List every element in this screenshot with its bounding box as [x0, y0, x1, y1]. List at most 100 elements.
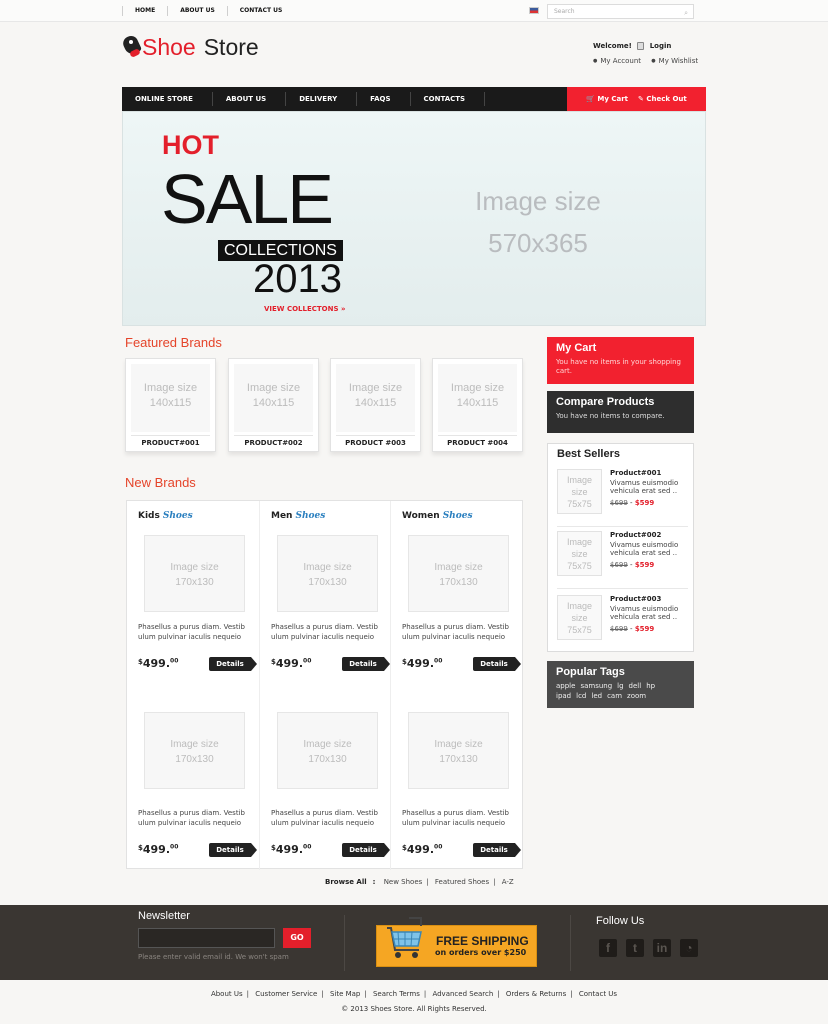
free-shipping-banner[interactable]: FREE SHIPPING on orders over $250 — [376, 917, 537, 967]
best-seller-item[interactable]: Image size 75x75 Product#003 Vivamus euism… — [557, 593, 688, 653]
browse-featured-shoes[interactable]: Featured Shoes — [435, 878, 489, 886]
price-dash: - — [627, 499, 635, 507]
description-line2: ulum pulvinar iaculis nequeio — [138, 819, 242, 827]
product-card: Image size 170x130 Phasellus a purus diam… — [391, 712, 523, 892]
product-image-placeholder[interactable]: Image size 170x130 — [144, 712, 245, 789]
product-image-placeholder[interactable]: Image size 170x130 — [144, 535, 245, 612]
product-description: Phasellus a purus diam. Vestib ulum pulvi… — [138, 808, 254, 828]
banner-placeholder-line2: 570x365 — [488, 228, 588, 258]
new-brands-title: New Brands — [125, 475, 196, 490]
my-account-link[interactable]: My Account — [593, 57, 641, 65]
top-link-about[interactable]: ABOUT US — [167, 6, 227, 16]
featured-product[interactable]: Image size 140x115 PRODUCT#001 — [125, 358, 216, 452]
flag-icon[interactable] — [529, 7, 539, 14]
my-cart-link[interactable]: 🛒 My Cart — [586, 95, 628, 103]
details-button[interactable]: Details — [473, 843, 521, 857]
browse-label: Browse All — [325, 878, 367, 886]
search-input[interactable]: Search ⌕ — [547, 4, 694, 19]
product-name[interactable]: PRODUCT#002 — [234, 435, 313, 447]
product-image-placeholder[interactable]: Image size 170x130 — [408, 712, 509, 789]
product-price: $499.00 — [402, 657, 442, 670]
check-out-link[interactable]: ✎ Check Out — [638, 95, 687, 103]
details-button[interactable]: Details — [473, 657, 521, 671]
tag-link[interactable]: ipad — [556, 692, 571, 700]
product-name[interactable]: PRODUCT#001 — [131, 435, 210, 447]
hero-banner[interactable]: HOT SALE COLLECTIONS 2013 VIEW COLLECTON… — [122, 111, 706, 326]
my-wishlist-link[interactable]: My Wishlist — [651, 57, 698, 65]
check-out-label: Check Out — [646, 95, 687, 103]
facebook-icon[interactable]: f — [599, 939, 617, 957]
rss-icon[interactable]: ◔ — [680, 939, 698, 957]
tag-link[interactable]: dell — [629, 682, 642, 690]
compare-text: You have no items to compare. — [556, 412, 665, 420]
browse-new-shoes[interactable]: New Shoes — [384, 878, 423, 886]
product-image-placeholder[interactable]: Image size 170x130 — [277, 535, 378, 612]
newsletter-note: Please enter valid email id. We won't sp… — [138, 953, 289, 961]
details-button[interactable]: Details — [342, 843, 390, 857]
top-link-home[interactable]: HOME — [122, 6, 167, 16]
top-links: HOME ABOUT US CONTACT US — [122, 6, 294, 16]
tag-link[interactable]: lg — [617, 682, 623, 690]
column-label: Kids — [138, 511, 160, 521]
tag-link[interactable]: led — [591, 692, 602, 700]
logo-tag-icon — [120, 33, 143, 60]
product-name[interactable]: PRODUCT #003 — [336, 435, 415, 447]
featured-product[interactable]: Image size 140x115 PRODUCT #003 — [330, 358, 421, 452]
best-seller-item[interactable]: Image size 75x75 Product#002 Vivamus euism… — [557, 529, 688, 589]
search-icon[interactable]: ⌕ — [684, 7, 688, 20]
placeholder-line2: 170x130 — [308, 577, 347, 588]
twitter-icon[interactable]: t — [626, 939, 644, 957]
price-main: 499. — [142, 843, 171, 856]
product-image-placeholder: Image size 140x115 — [438, 364, 517, 432]
best-seller-image-placeholder[interactable]: Image size 75x75 — [557, 595, 602, 640]
featured-product[interactable]: Image size 140x115 PRODUCT#002 — [228, 358, 319, 452]
nav-contacts[interactable]: CONTACTS — [411, 92, 486, 106]
nav-online-store[interactable]: ONLINE STORE — [122, 92, 213, 106]
featured-product[interactable]: Image size 140x115 PRODUCT #004 — [432, 358, 523, 452]
best-seller-name[interactable]: Product#003 — [610, 595, 661, 603]
top-link-contact[interactable]: CONTACT US — [226, 6, 295, 16]
details-button[interactable]: Details — [209, 843, 257, 857]
browse-a-z[interactable]: A-Z — [502, 878, 514, 886]
placeholder-line1: Image size — [348, 382, 403, 394]
view-collections-link[interactable]: VIEW COLLECTONS » — [264, 305, 345, 313]
tag-link[interactable]: cam — [607, 692, 622, 700]
newsletter-go-button[interactable]: GO — [283, 928, 311, 948]
tag-link[interactable]: zoom — [627, 692, 646, 700]
footer-link-customer-service[interactable]: Customer Service — [255, 990, 317, 998]
best-seller-name[interactable]: Product#002 — [610, 531, 661, 539]
footer-link-site-map[interactable]: Site Map — [330, 990, 360, 998]
tag-link[interactable]: apple — [556, 682, 575, 690]
product-name[interactable]: PRODUCT #004 — [438, 435, 517, 447]
price-cents: 00 — [170, 843, 179, 851]
tag-icon: ✎ — [638, 95, 644, 103]
nav-about-us[interactable]: ABOUT US — [213, 92, 287, 106]
column-heading: Kids Shoes — [138, 511, 193, 521]
footer-link-contact[interactable]: Contact Us — [579, 990, 617, 998]
compare-title[interactable]: Compare Products — [556, 396, 685, 408]
tag-link[interactable]: lcd — [576, 692, 586, 700]
best-seller-name[interactable]: Product#001 — [610, 469, 661, 477]
footer-link-advanced-search[interactable]: Advanced Search — [432, 990, 493, 998]
nav-delivery[interactable]: DELIVERY — [286, 92, 358, 106]
banner-image-placeholder: Image size 570x365 — [453, 180, 623, 264]
logo[interactable]: Shoe Store — [120, 33, 259, 60]
product-image-placeholder[interactable]: Image size 170x130 — [277, 712, 378, 789]
product-image-placeholder[interactable]: Image size 170x130 — [408, 535, 509, 612]
best-seller-image-placeholder[interactable]: Image size 75x75 — [557, 531, 602, 576]
details-button[interactable]: Details — [342, 657, 390, 671]
copyright: © 2013 Shoes Store. All Rights Reserved. — [341, 1005, 487, 1013]
login-link[interactable]: Login — [650, 42, 672, 50]
best-seller-image-placeholder[interactable]: Image size 75x75 — [557, 469, 602, 514]
footer-link-orders-returns[interactable]: Orders & Returns — [506, 990, 566, 998]
linkedin-icon[interactable]: in — [653, 939, 671, 957]
nav-faqs[interactable]: FAQS — [357, 92, 411, 106]
tag-link[interactable]: samsung — [580, 682, 612, 690]
newsletter-email-input[interactable] — [138, 928, 275, 948]
best-seller-item[interactable]: Image size 75x75 Product#001 Vivamus euism… — [557, 467, 688, 527]
my-cart-title[interactable]: My Cart — [556, 342, 685, 354]
footer-link-search-terms[interactable]: Search Terms — [373, 990, 420, 998]
tag-link[interactable]: hp — [646, 682, 655, 690]
footer-link-about[interactable]: About Us — [211, 990, 243, 998]
details-button[interactable]: Details — [209, 657, 257, 671]
